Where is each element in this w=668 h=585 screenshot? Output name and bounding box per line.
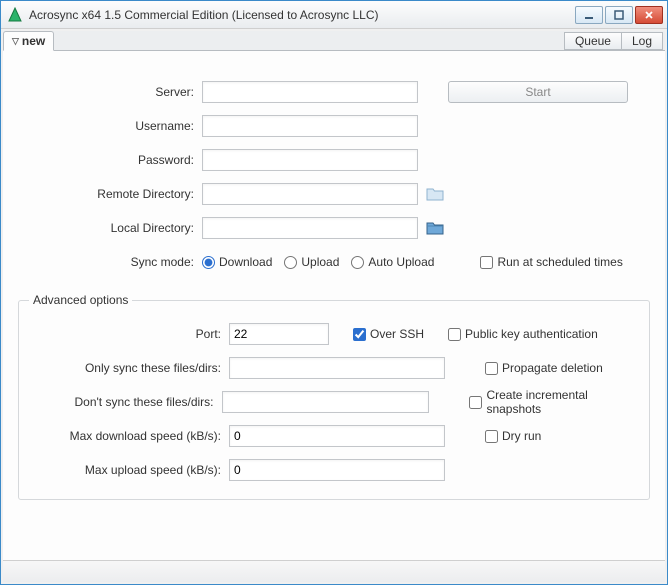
maximize-button[interactable] — [605, 6, 633, 24]
minimize-button[interactable] — [575, 6, 603, 24]
sync-mode-label: Sync mode: — [18, 255, 202, 269]
log-button[interactable]: Log — [621, 32, 663, 50]
close-button[interactable] — [635, 6, 663, 24]
password-label: Password: — [18, 153, 202, 167]
max-ul-label: Max upload speed (kB/s): — [29, 463, 229, 477]
remote-dir-input[interactable] — [202, 183, 418, 205]
max-dl-input[interactable] — [229, 425, 445, 447]
dont-sync-input[interactable] — [222, 391, 430, 413]
scheduled-checkbox[interactable]: Run at scheduled times — [480, 255, 622, 269]
username-input[interactable] — [202, 115, 418, 137]
local-dir-input[interactable] — [202, 217, 418, 239]
server-input[interactable] — [202, 81, 418, 103]
only-sync-label: Only sync these files/dirs: — [29, 361, 229, 375]
local-dir-label: Local Directory: — [18, 221, 202, 235]
dropdown-icon: ▽ — [12, 36, 19, 47]
auto-upload-radio[interactable]: Auto Upload — [351, 255, 434, 269]
upload-radio[interactable]: Upload — [284, 255, 339, 269]
only-sync-input[interactable] — [229, 357, 445, 379]
tab-bar: ▽ new Queue Log — [3, 31, 665, 51]
titlebar: Acrosync x64 1.5 Commercial Edition (Lic… — [1, 1, 667, 29]
remote-folder-icon[interactable] — [424, 183, 446, 205]
window-buttons — [575, 6, 663, 24]
local-folder-icon[interactable] — [424, 217, 446, 239]
dry-run-checkbox[interactable]: Dry run — [485, 429, 541, 443]
queue-button[interactable]: Queue — [564, 32, 622, 50]
snapshots-checkbox[interactable]: Create incremental snapshots — [469, 388, 639, 416]
propagate-checkbox[interactable]: Propagate deletion — [485, 361, 603, 375]
pubkey-checkbox[interactable]: Public key authentication — [448, 327, 598, 341]
advanced-options: Advanced options Port: Over SSH Public k… — [18, 293, 650, 500]
over-ssh-checkbox[interactable]: Over SSH — [353, 327, 424, 341]
app-icon — [7, 7, 23, 23]
max-dl-label: Max download speed (kB/s): — [29, 429, 229, 443]
tab-new-label: new — [22, 34, 45, 48]
start-button[interactable]: Start — [448, 81, 628, 103]
port-input[interactable] — [229, 323, 329, 345]
username-label: Username: — [18, 119, 202, 133]
window-title: Acrosync x64 1.5 Commercial Edition (Lic… — [29, 8, 575, 22]
password-input[interactable] — [202, 149, 418, 171]
tab-new[interactable]: ▽ new — [3, 31, 54, 51]
advanced-legend: Advanced options — [29, 293, 132, 307]
server-label: Server: — [18, 85, 202, 99]
remote-dir-label: Remote Directory: — [18, 187, 202, 201]
dont-sync-label: Don't sync these files/dirs: — [29, 395, 222, 409]
download-radio[interactable]: Download — [202, 255, 272, 269]
status-bar — [3, 560, 665, 582]
port-label: Port: — [29, 327, 229, 341]
main-panel: Server: Start Username: Password: Remote… — [3, 51, 665, 560]
max-ul-input[interactable] — [229, 459, 445, 481]
